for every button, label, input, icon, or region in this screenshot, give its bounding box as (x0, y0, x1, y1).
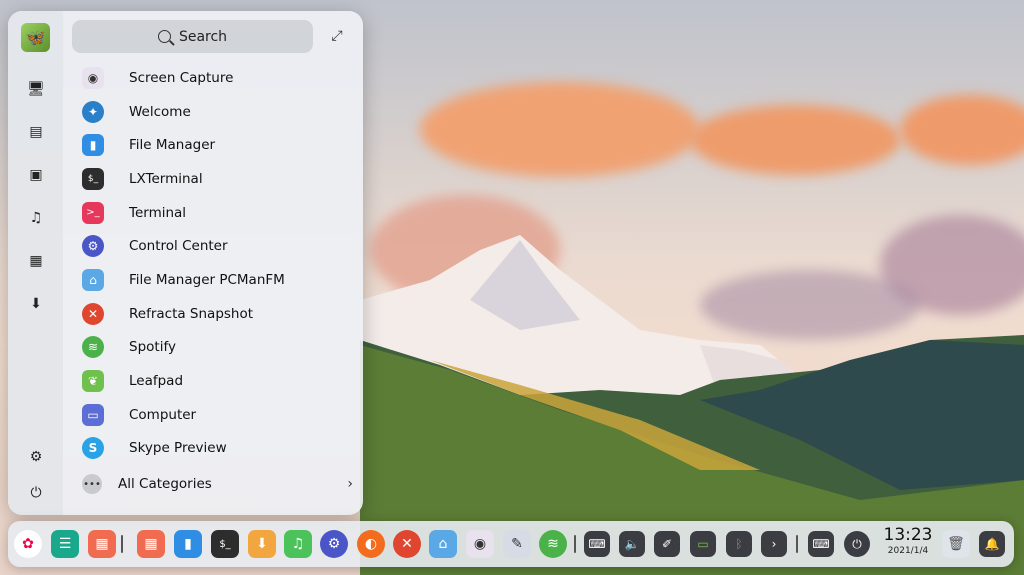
power-icon[interactable]: ⏻ (25, 482, 47, 504)
power-icon[interactable]: ⏻ (844, 531, 870, 557)
welcome-icon: ✦ (82, 101, 104, 123)
dock: ✿ ☰ ▦ ▦ ▮ $_ ⬇ ♫ ⚙ ◐ ✕ ⌂ ◉ ✎ ≋ ⌨ 🔈 ✐ ▭ ᛒ… (8, 521, 1014, 567)
folder-icon[interactable]: ▮ (174, 530, 202, 558)
onscreen-keyboard-icon[interactable]: ⌨ (808, 531, 834, 557)
home-folder-icon[interactable]: ⌂ (429, 530, 457, 558)
launcher-icon[interactable]: ✿ (14, 530, 42, 558)
volume-icon[interactable]: 🔈 (619, 531, 645, 557)
app-item-skype-preview[interactable]: S Skype Preview (72, 432, 363, 466)
pen-icon[interactable]: ✐ (654, 531, 680, 557)
computer-icon: ▭ (82, 404, 104, 426)
clock-time[interactable]: 13:23 (882, 525, 934, 545)
notification-bell-icon[interactable]: 🔔 (979, 531, 1005, 557)
app-item-computer[interactable]: ▭ Computer (72, 398, 363, 432)
fullscreen-toggle-icon[interactable]: ⤢ (328, 27, 346, 45)
folder-icon: ▮ (82, 134, 104, 156)
document-icon[interactable]: ▤ (25, 121, 47, 143)
snapshot-icon: ✕ (82, 303, 104, 325)
app-label: Screen Capture (129, 70, 233, 86)
dock-separator (796, 535, 798, 553)
music-icon[interactable]: ♫ (284, 530, 312, 558)
download-manager-icon[interactable]: ⬇ (248, 530, 276, 558)
camera-icon[interactable]: ◉ (466, 530, 494, 558)
leaf-icon: ❦ (82, 370, 104, 392)
app-item-control-center[interactable]: ⚙ Control Center (72, 229, 363, 263)
skype-icon: S (82, 437, 104, 459)
app-item-lxterminal[interactable]: $_ LXTerminal (72, 162, 363, 196)
music-icon[interactable]: ♫ (25, 207, 47, 229)
image-icon[interactable]: ▣ (25, 164, 47, 186)
start-menu: 🦋 🖥 ▤ ▣ ♫ ▦ ⬇ ⚙ ⏻ Search ⤢ ◉ Screen Capt… (8, 11, 363, 515)
app-item-welcome[interactable]: ✦ Welcome (72, 95, 363, 129)
app-label: Skype Preview (129, 440, 227, 456)
camera-icon: ◉ (82, 67, 104, 89)
expand-tray-icon[interactable]: › (761, 531, 787, 557)
app-label: Refracta Snapshot (129, 306, 253, 322)
search-input[interactable]: Search (72, 20, 313, 53)
app-label: Leafpad (129, 373, 183, 389)
dock-separator (574, 535, 576, 553)
computer-icon[interactable]: 🖥 (25, 78, 47, 100)
trash-icon[interactable]: 🗑 (942, 530, 970, 558)
app-label: Terminal (129, 205, 186, 221)
terminal-icon[interactable]: $_ (211, 530, 239, 558)
multitask-view-icon[interactable]: ☰ (51, 530, 79, 558)
gear-icon[interactable]: ⚙ (320, 530, 348, 558)
battery-icon[interactable]: ▭ (690, 531, 716, 557)
app-item-file-manager[interactable]: ▮ File Manager (72, 128, 363, 162)
more-icon: ••• (82, 474, 102, 494)
app-item-screen-capture[interactable]: ◉ Screen Capture (72, 61, 363, 95)
download-icon[interactable]: ⬇ (25, 293, 47, 315)
paint-icon[interactable]: ✎ (503, 530, 531, 558)
app-label: Computer (129, 407, 196, 423)
video-icon[interactable]: ▦ (25, 250, 47, 272)
gear-icon: ⚙ (82, 235, 104, 257)
bluetooth-icon[interactable]: ᛒ (726, 531, 752, 557)
search-placeholder: Search (179, 29, 227, 45)
chevron-right-icon: › (347, 476, 353, 492)
app-label: LXTerminal (129, 171, 203, 187)
app-item-leafpad[interactable]: ❦ Leafpad (72, 364, 363, 398)
app-label: Spotify (129, 339, 176, 355)
app-label: File Manager (129, 137, 215, 153)
spotify-icon: ≋ (82, 336, 104, 358)
app-label: Control Center (129, 238, 228, 254)
dock-separator (121, 535, 123, 553)
firefox-icon[interactable]: ◐ (357, 530, 385, 558)
app-item-spotify[interactable]: ≋ Spotify (72, 331, 363, 365)
keyboard-icon[interactable]: ⌨ (584, 531, 610, 557)
terminal-icon: >_ (82, 202, 104, 224)
snapshot-icon[interactable]: ✕ (393, 530, 421, 558)
app-item-terminal[interactable]: >_ Terminal (72, 196, 363, 230)
folder-icon: ⌂ (82, 269, 104, 291)
app-store-icon[interactable]: ▦ (137, 530, 165, 558)
app-label: File Manager PCManFM (129, 272, 285, 288)
settings-icon[interactable]: ⚙ (25, 446, 47, 468)
show-desktop-icon[interactable]: ▦ (88, 530, 116, 558)
app-list: ◉ Screen Capture ✦ Welcome ▮ File Manage… (72, 61, 363, 465)
all-categories-label: All Categories (118, 476, 212, 492)
app-item-refracta-snapshot[interactable]: ✕ Refracta Snapshot (72, 297, 363, 331)
spotify-icon[interactable]: ≋ (539, 530, 567, 558)
clock-date[interactable]: 2021/1/4 (882, 546, 934, 556)
terminal-icon: $_ (82, 168, 104, 190)
all-categories-button[interactable]: ••• All Categories › (72, 469, 353, 499)
menu-sidebar: 🦋 🖥 ▤ ▣ ♫ ▦ ⬇ ⚙ ⏻ (8, 11, 63, 515)
app-label: Welcome (129, 104, 191, 120)
app-item-file-manager-pcmanfm[interactable]: ⌂ File Manager PCManFM (72, 263, 363, 297)
user-avatar[interactable]: 🦋 (21, 23, 50, 52)
search-icon (158, 30, 171, 43)
